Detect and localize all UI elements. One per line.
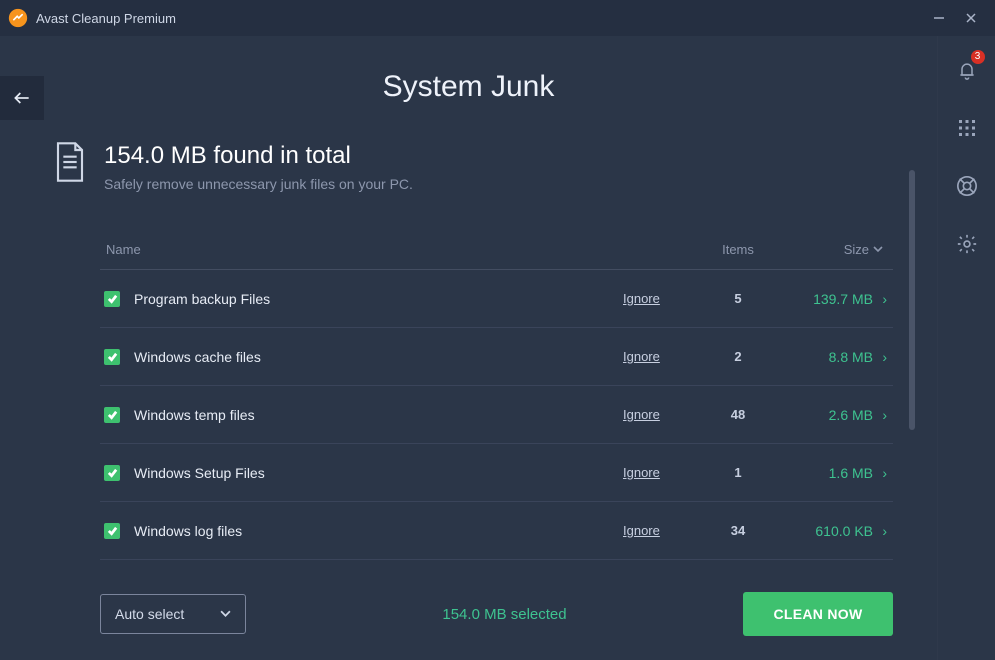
row-checkbox[interactable]	[104, 465, 120, 481]
column-items: Items	[703, 242, 773, 257]
minimize-button[interactable]	[923, 2, 955, 34]
chevron-right-icon: ›	[873, 407, 893, 423]
avast-logo-icon	[8, 8, 28, 28]
row-items: 1	[703, 465, 773, 480]
chevron-down-icon	[873, 242, 883, 257]
row-checkbox[interactable]	[104, 291, 120, 307]
notification-badge: 3	[971, 50, 985, 64]
table-row: Windows cache filesIgnore28.8 MB›	[100, 328, 893, 386]
row-items: 2	[703, 349, 773, 364]
ignore-link[interactable]: Ignore	[623, 407, 703, 422]
table-row: Windows log filesIgnore34610.0 KB›	[100, 502, 893, 560]
help-button[interactable]	[951, 170, 983, 202]
page-title: System Junk	[0, 36, 937, 104]
column-name: Name	[100, 242, 623, 257]
back-button[interactable]	[0, 76, 44, 120]
table-row: Windows Setup FilesIgnore11.6 MB›	[100, 444, 893, 502]
close-button[interactable]	[955, 2, 987, 34]
auto-select-dropdown[interactable]: Auto select	[100, 594, 246, 634]
clean-now-button[interactable]: CLEAN NOW	[743, 592, 893, 636]
right-sidebar: 3	[937, 36, 995, 660]
row-name: Program backup Files	[134, 291, 623, 307]
chevron-right-icon: ›	[873, 349, 893, 365]
row-size[interactable]: 8.8 MB	[773, 349, 873, 365]
row-size[interactable]: 139.7 MB	[773, 291, 873, 307]
found-total: 154.0 MB found in total	[104, 142, 413, 170]
column-size-label: Size	[844, 242, 869, 257]
table-row: Program backup FilesIgnore5139.7 MB›	[100, 270, 893, 328]
chevron-down-icon	[220, 606, 231, 622]
row-items: 34	[703, 523, 773, 538]
scrollbar[interactable]	[909, 170, 915, 430]
main-panel: System Junk 154.0 MB found in total Safe…	[0, 36, 937, 660]
row-size[interactable]: 1.6 MB	[773, 465, 873, 481]
document-icon	[54, 142, 86, 182]
row-name: Windows cache files	[134, 349, 623, 365]
table-row: Windows temp filesIgnore482.6 MB›	[100, 386, 893, 444]
row-checkbox[interactable]	[104, 349, 120, 365]
titlebar: Avast Cleanup Premium	[0, 0, 995, 36]
row-name: Windows temp files	[134, 407, 623, 423]
selected-size: 154.0 MB selected	[286, 606, 723, 623]
row-size[interactable]: 2.6 MB	[773, 407, 873, 423]
ignore-link[interactable]: Ignore	[623, 523, 703, 538]
row-size[interactable]: 610.0 KB	[773, 523, 873, 539]
table-header: Name Items Size	[100, 234, 893, 270]
ignore-link[interactable]: Ignore	[623, 291, 703, 306]
ignore-link[interactable]: Ignore	[623, 465, 703, 480]
row-items: 5	[703, 291, 773, 306]
chevron-right-icon: ›	[873, 523, 893, 539]
row-checkbox[interactable]	[104, 407, 120, 423]
row-items: 48	[703, 407, 773, 422]
row-name: Windows Setup Files	[134, 465, 623, 481]
notifications-button[interactable]: 3	[951, 54, 983, 86]
chevron-right-icon: ›	[873, 465, 893, 481]
row-name: Windows log files	[134, 523, 623, 539]
app-title: Avast Cleanup Premium	[36, 11, 923, 26]
auto-select-label: Auto select	[115, 606, 184, 622]
summary: 154.0 MB found in total Safely remove un…	[54, 142, 937, 192]
found-subtitle: Safely remove unnecessary junk files on …	[104, 176, 413, 192]
column-size-sort[interactable]: Size	[773, 242, 893, 257]
chevron-right-icon: ›	[873, 291, 893, 307]
ignore-link[interactable]: Ignore	[623, 349, 703, 364]
apps-grid-button[interactable]	[951, 112, 983, 144]
row-checkbox[interactable]	[104, 523, 120, 539]
settings-button[interactable]	[951, 228, 983, 260]
